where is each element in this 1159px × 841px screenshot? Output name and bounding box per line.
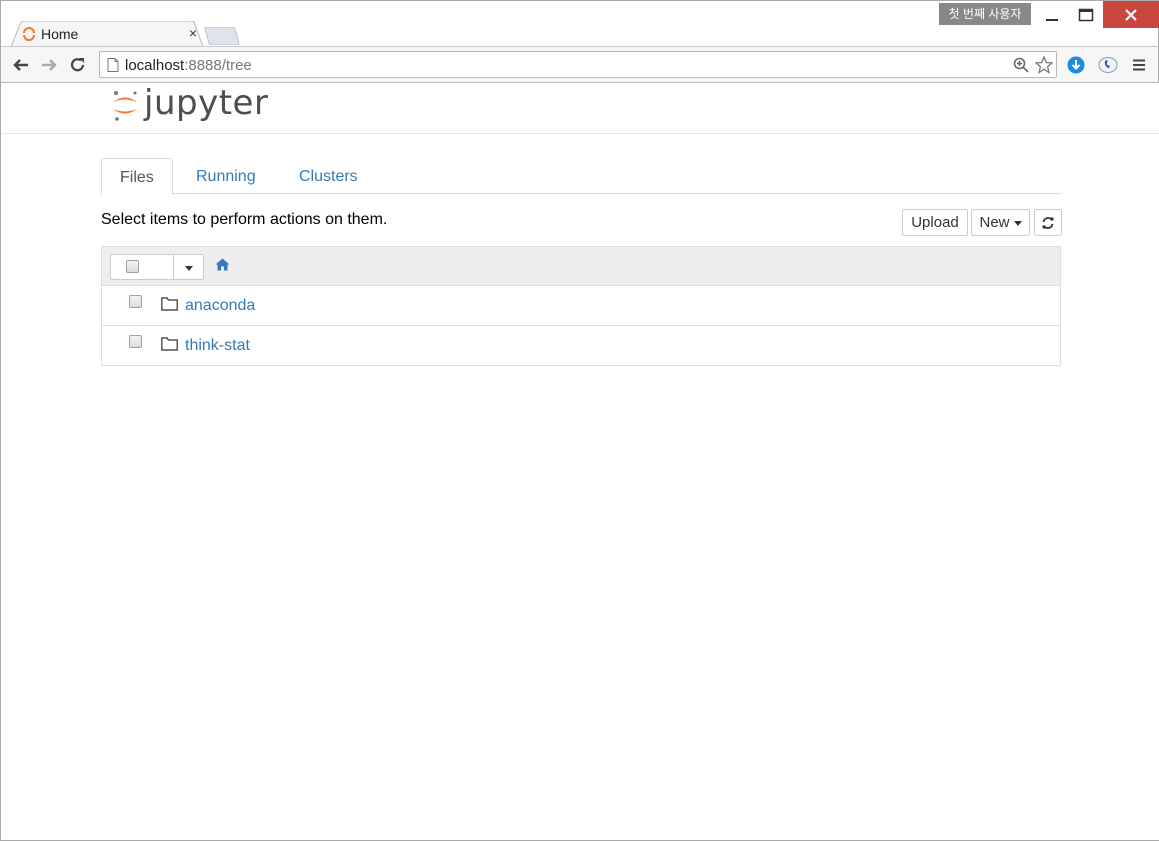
select-dropdown-button[interactable]: [174, 255, 203, 279]
back-icon: [13, 59, 28, 71]
bookmark-star-button[interactable]: [1035, 56, 1053, 74]
jupyter-logo-icon: [113, 91, 137, 121]
item-checkbox[interactable]: [129, 335, 142, 348]
jupyter-logo[interactable]: jupyter: [110, 83, 268, 123]
item-checkbox[interactable]: [129, 295, 142, 308]
back-button[interactable]: [11, 55, 31, 75]
list-item: think-stat: [102, 326, 1060, 366]
close-icon: [1125, 8, 1137, 21]
reload-button[interactable]: [68, 55, 88, 75]
url-host: localhost: [125, 57, 185, 74]
new-tab-button[interactable]: [204, 27, 240, 45]
browser-toolbar: localhost:8888/tree: [1, 46, 1158, 83]
star-icon: [1035, 56, 1053, 74]
folder-icon: [161, 297, 178, 311]
tab-shape: [11, 21, 203, 47]
select-all-group: [110, 254, 204, 280]
phone-extension-icon: [1098, 57, 1118, 73]
tab-clusters[interactable]: Clusters: [281, 158, 376, 194]
tab-title: Home: [41, 26, 79, 42]
tab-files[interactable]: Files: [101, 158, 173, 195]
logo-text: jupyter: [144, 83, 269, 123]
tab-running[interactable]: Running: [178, 158, 274, 194]
close-window-button[interactable]: [1103, 1, 1159, 28]
url-text[interactable]: localhost:8888/tree: [125, 57, 252, 74]
jupyter-page: jupyter Files Running Clusters Select it…: [2, 83, 1159, 840]
reload-icon: [70, 58, 85, 72]
folder-icon: [161, 337, 178, 351]
browser-window: Home × 첫 번째 사용자 localhost:8888/tree jupy…: [0, 0, 1159, 841]
download-extension-icon: [1067, 56, 1085, 74]
forward-icon: [42, 59, 57, 71]
menu-button[interactable]: [1129, 55, 1149, 75]
download-extension-button[interactable]: [1066, 55, 1086, 75]
upload-button[interactable]: Upload: [902, 209, 968, 236]
caret-down-icon: [184, 265, 193, 271]
home-icon[interactable]: [215, 258, 230, 271]
profile-badge[interactable]: 첫 번째 사용자: [939, 3, 1031, 25]
title-bar: Home × 첫 번째 사용자: [1, 1, 1159, 47]
minimize-button[interactable]: [1034, 1, 1070, 28]
item-link[interactable]: anaconda: [185, 297, 255, 315]
file-list: anaconda think-stat: [101, 246, 1061, 366]
maximize-icon: [1078, 8, 1094, 21]
refresh-button[interactable]: [1034, 209, 1062, 236]
minimize-icon: [1046, 18, 1058, 21]
jupyter-header: jupyter: [2, 83, 1159, 134]
zoom-button[interactable]: [1012, 56, 1030, 74]
tab-close-icon[interactable]: ×: [189, 25, 197, 41]
forward-button[interactable]: [39, 55, 59, 75]
jupyter-tabs: Files Running Clusters: [101, 158, 1061, 195]
refresh-icon: [1042, 216, 1054, 229]
page-icon: [107, 58, 119, 72]
zoom-icon: [1013, 57, 1029, 73]
phone-extension-button[interactable]: [1098, 55, 1118, 75]
jupyter-favicon-icon: [23, 27, 35, 41]
browser-tab-home[interactable]: Home ×: [11, 21, 203, 47]
select-all-checkbox[interactable]: [126, 260, 139, 273]
new-label: New: [979, 214, 1010, 231]
item-link[interactable]: think-stat: [185, 337, 250, 355]
address-bar[interactable]: localhost:8888/tree: [99, 51, 1057, 78]
file-list-header: [102, 247, 1060, 286]
new-dropdown-button[interactable]: New: [971, 209, 1030, 236]
maximize-button[interactable]: [1068, 1, 1104, 28]
list-item: anaconda: [102, 286, 1060, 326]
url-rest: :8888/tree: [184, 57, 252, 74]
menu-icon: [1133, 59, 1145, 71]
instructions-text: Select items to perform actions on them.: [101, 211, 388, 228]
caret-down-icon: [1013, 221, 1022, 226]
